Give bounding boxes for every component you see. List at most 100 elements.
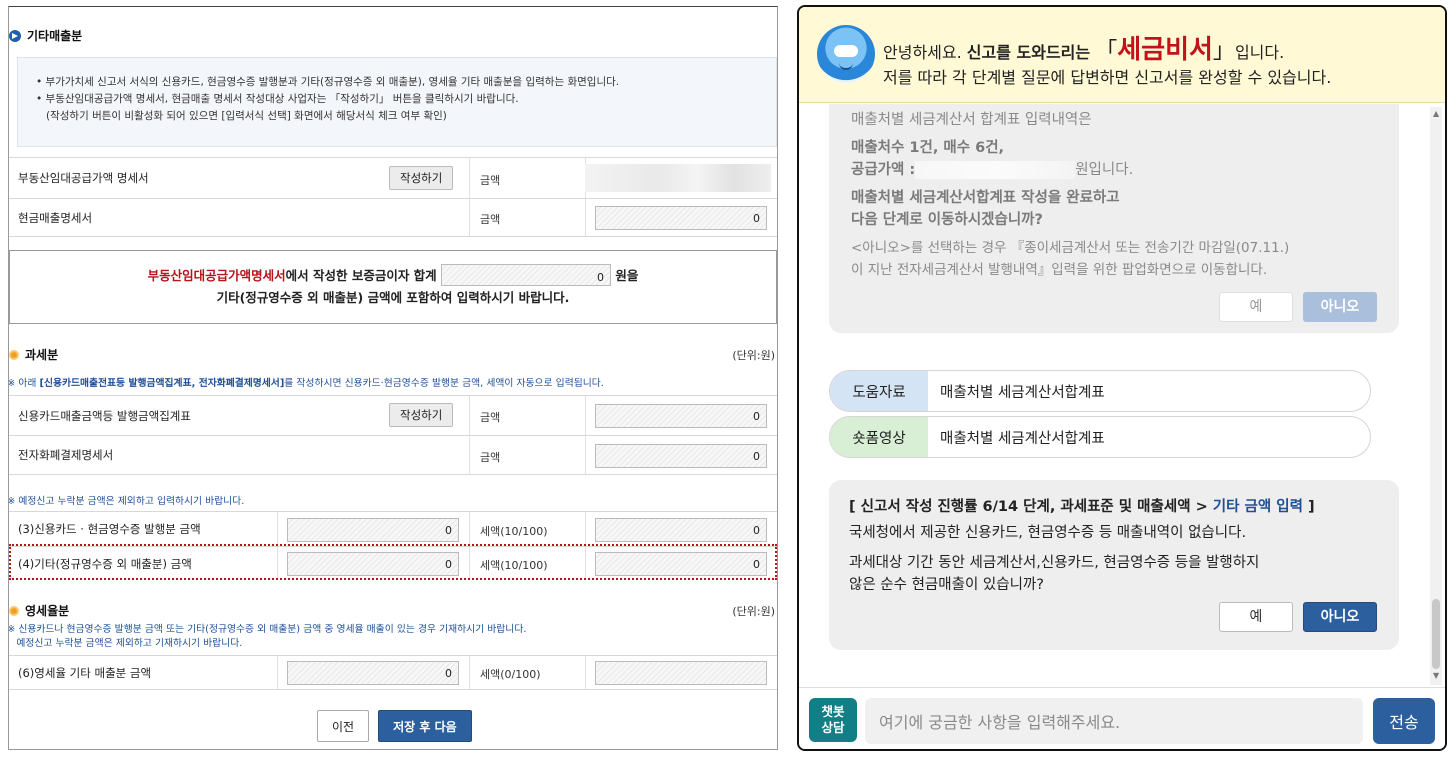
msg-line: 매출처별 세금계산서합계표 작성을 완료하고 — [851, 190, 1120, 206]
row-label: (6)영세율 기타 매출분 금액 — [18, 665, 152, 680]
row-label: (3)신용카드 · 현금영수증 발행분 금액 — [18, 522, 201, 536]
previous-message: 매출처별 세금계산서 합계표 입력내역은 매출처수 1건, 매수 6건, 공급가… — [829, 104, 1399, 333]
current-step: 기타 금액 입력 — [1212, 499, 1303, 515]
shortform-video-link[interactable]: 숏폼영상 매출처별 세금계산서합계표 — [829, 416, 1371, 458]
card-receipt-tax-field[interactable]: 0 — [595, 518, 767, 542]
link-text: 매출처별 세금계산서합계표 — [940, 384, 1105, 401]
section-zero-rate: 영세율분 — [9, 602, 69, 619]
help-tag: 도움자료 — [830, 371, 928, 411]
brand-name: 세금비서 — [1117, 35, 1213, 65]
cash-sales-amount-field[interactable]: 0 — [595, 206, 767, 230]
link-text: 매출처별 세금계산서합계표 — [940, 430, 1105, 447]
notice-highlight: 부동산임대공급가액명세서 — [147, 268, 286, 283]
msg-line: 않은 순수 현금매출이 있습니까? — [849, 577, 1044, 593]
save-next-button[interactable]: 저장 후 다음 — [378, 710, 472, 742]
mascot-icon — [817, 25, 875, 83]
note-bold: [신용카드매출전표등 발행금액집계표, 전자화폐결제명세서] — [39, 378, 285, 389]
write-realestate-button[interactable]: 작성하기 — [389, 166, 454, 190]
chat-scrollbar[interactable] — [1430, 107, 1442, 685]
header-greeting: 안녕하세요. 신고를 도와드리는 「세금비서」입니다. — [883, 29, 1284, 66]
bullet-icon — [9, 605, 19, 616]
amount-label: 금액 — [480, 451, 501, 464]
bracket: 」 — [1212, 39, 1235, 64]
header-subtitle: 저를 따라 각 단계별 질문에 답변하면 신고서를 완성할 수 있습니다. — [883, 68, 1332, 87]
info-box: • 부가가치세 신고서 서식의 신용카드, 현금영수증 발행분과 기타(정규영수… — [17, 57, 777, 147]
note-text: ※ 신용카드나 현금영수증 발행분 금액 또는 기타(정규영수증 외 매출분) … — [8, 624, 527, 635]
prev-button[interactable]: 이전 — [317, 710, 370, 742]
row-label: 전자화폐결제명세서 — [18, 448, 114, 462]
realestate-amount-blurred — [585, 164, 771, 192]
amount-label: 금액 — [480, 213, 501, 226]
notice-text: 원을 — [615, 268, 639, 283]
zero-rate-tax-field — [595, 661, 767, 685]
msg-line: 다음 단계로 이동하시겠습니까? — [851, 212, 1043, 228]
amount-label: 금액 — [480, 174, 501, 187]
section-etc-sales: 기타매출분 — [9, 27, 82, 44]
write-card-summary-button[interactable]: 작성하기 — [389, 403, 454, 427]
shortform-tag: 숏폼영상 — [830, 417, 928, 457]
chat-input-bar: 챗봇 상담 여기에 궁금한 사항을 입력해주세요. 전송 — [799, 687, 1445, 749]
supply-amount-blurred — [915, 161, 1076, 179]
msg-line: 국세청에서 제공한 신용카드, 현금영수증 등 매출내역이 없습니다. — [849, 525, 1247, 541]
row-label: 부동산임대공급가액 명세서 — [18, 171, 149, 185]
notice-text: 기타(정규영수증 외 매출분) 금액에 포함하여 입력하시기 바랍니다. — [216, 290, 570, 305]
send-button[interactable]: 전송 — [1373, 698, 1435, 744]
row-realestate: 부동산임대공급가액 명세서 작성하기 금액 — [9, 157, 777, 198]
scroll-thumb[interactable] — [1432, 599, 1440, 669]
section-taxable: 과세분 — [9, 346, 58, 363]
msg-line: 공급가액 : — [851, 162, 916, 178]
chat-messages: 매출처별 세금계산서 합계표 입력내역은 매출처수 1건, 매수 6건, 공급가… — [799, 104, 1427, 687]
scroll-up-icon[interactable]: ▲ — [1433, 109, 1439, 118]
greet-text: 입니다. — [1234, 43, 1285, 62]
note-auto-input: ※ 아래 [신용카드매출전표등 발행금액집계표, 전자화폐결제명세서]를 작성하… — [8, 375, 604, 389]
row-card-receipt: (3)신용카드 · 현금영수증 발행분 금액 0 세액(10/100) 0 — [9, 511, 777, 546]
card-summary-amount-field[interactable]: 0 — [595, 404, 767, 428]
bracket: 「 — [1095, 39, 1118, 64]
deposit-interest-notice: 부동산임대공급가액명세서에서 작성한 보증금이자 합계 0 원을 기타(정규영수… — [9, 250, 777, 324]
msg-line: <아니오>를 선택하는 경우 『종이세금계산서 또는 전송기간 마감일(07.1… — [851, 240, 1290, 256]
msg-line: 과세대상 기간 동안 세금계산서,신용카드, 현금영수증 등을 발행하지 — [849, 555, 1260, 571]
deposit-interest-field: 0 — [441, 264, 612, 286]
note-text: 예정신고 누락분 금액은 제외하고 기재하시기 바랍니다. — [8, 638, 243, 649]
note-text: 를 작성하시면 신용카드·현금영수증 발행분 금액, 세액이 자동으로 입력됩니… — [284, 378, 604, 389]
epay-amount-field[interactable]: 0 — [595, 444, 767, 468]
chat-input[interactable]: 여기에 궁금한 사항을 입력해주세요. — [865, 698, 1363, 744]
no-button[interactable]: 아니오 — [1303, 602, 1377, 632]
section-title: 과세분 — [25, 348, 59, 362]
note-zero-rate: ※ 신용카드나 현금영수증 발행분 금액 또는 기타(정규영수증 외 매출분) … — [8, 623, 527, 651]
chatbot-consult-badge: 챗봇 상담 — [809, 698, 857, 742]
row-zero-rate: (6)영세율 기타 매출분 금액 0 세액(0/100) — [9, 655, 777, 690]
highlight-frame — [9, 544, 777, 580]
note-exclude-late: ※ 예정신고 누락분 금액은 제외하고 입력하시기 바랍니다. — [8, 496, 245, 507]
progress-title: [ 신고서 작성 진행률 6/14 단계, 과세표준 및 매출세액 > 기타 금… — [849, 499, 1315, 515]
old-no-button[interactable]: 아니오 — [1303, 292, 1377, 322]
answer-buttons: 예 아니오 — [1219, 602, 1377, 632]
vat-form-panel: 기타매출분 • 부가가치세 신고서 서식의 신용카드, 현금영수증 발행분과 기… — [8, 6, 778, 750]
msg-line: 매출처수 1건, 매수 6건, — [851, 140, 1005, 156]
row-card-summary: 신용카드매출금액등 발행금액집계표 작성하기 금액 0 — [9, 395, 777, 435]
zero-rate-amount-field[interactable]: 0 — [287, 661, 459, 685]
info-line: • 부가가치세 신고서 서식의 신용카드, 현금영수증 발행분과 기타(정규영수… — [36, 76, 620, 88]
current-question: [ 신고서 작성 진행률 6/14 단계, 과세표준 및 매출세액 > 기타 금… — [829, 480, 1399, 650]
card-receipt-amount-field[interactable]: 0 — [287, 518, 459, 542]
scroll-down-icon[interactable]: ▼ — [1433, 671, 1439, 680]
section-title: 영세율분 — [25, 604, 70, 618]
msg-line: 원입니다. — [1075, 162, 1134, 178]
note-text: ※ 아래 — [8, 378, 40, 389]
msg-line: 매출처별 세금계산서 합계표 입력내역은 — [851, 112, 1092, 128]
old-yes-button[interactable]: 예 — [1219, 292, 1293, 322]
row-cash-sales: 현금매출명세서 금액 0 — [9, 198, 777, 236]
old-answer-buttons: 예 아니오 — [1219, 292, 1377, 322]
tax-label: 세액(10/100) — [480, 525, 548, 538]
form-nav: 이전 저장 후 다음 — [317, 710, 472, 742]
help-material-link[interactable]: 도움자료 매출처별 세금계산서합계표 — [829, 370, 1371, 412]
info-line: (작성하기 버튼이 비활성화 되어 있으면 [입력서식 선택] 화면에서 해당서… — [36, 110, 447, 122]
section-title: 기타매출분 — [27, 29, 83, 43]
msg-line: 이 지난 전자세금계산서 발행내역』입력을 위한 팝업화면으로 이동합니다. — [851, 262, 1268, 278]
yes-button[interactable]: 예 — [1219, 602, 1293, 632]
row-label: 현금매출명세서 — [18, 210, 93, 225]
unit-label: (단위:원) — [732, 605, 775, 618]
arrow-circle-icon — [9, 29, 21, 42]
bullet-icon — [9, 349, 19, 360]
greet-bold: 신고를 도와드리는 — [966, 43, 1091, 62]
